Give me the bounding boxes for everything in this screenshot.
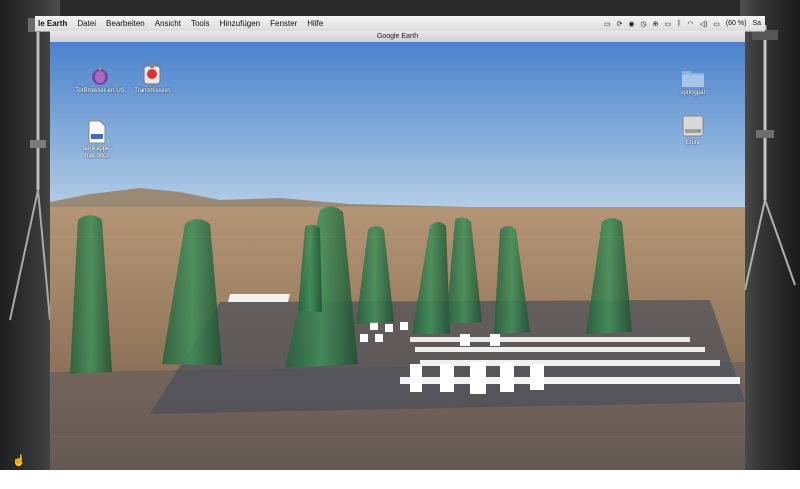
menu-ansicht[interactable]: Ansicht <box>155 19 181 28</box>
drive-label: Ehire <box>685 140 700 146</box>
document-icon <box>88 120 106 144</box>
menu-fenster[interactable]: Fenster <box>270 19 297 28</box>
tor-browser-label: TorBrowser-en-US <box>75 88 125 94</box>
folder-desktop-icon[interactable]: springpar <box>668 68 718 97</box>
menu-bearbeiten[interactable]: Bearbeiten <box>106 19 145 28</box>
docx-label: tarnkappe-mar.docx <box>82 146 112 159</box>
tor-onion-icon <box>92 66 108 85</box>
menu-datei[interactable]: Datei <box>77 19 96 28</box>
studio-backdrop-right <box>740 0 800 470</box>
hard-drive-icon <box>682 115 704 137</box>
folder-icon <box>682 71 704 87</box>
status-area: ▭ ⟳ ◉ ◷ ⊕ ▭ ᛒ ◠ ◁) ▭ (60 %) Sa <box>604 20 765 28</box>
lock-icon[interactable]: ⊕ <box>653 20 659 28</box>
bluetooth-icon[interactable]: ᛒ <box>677 20 681 27</box>
wifi-icon[interactable]: ◠ <box>687 20 693 28</box>
screen-icon[interactable]: ▭ <box>604 20 611 28</box>
menu-hilfe[interactable]: Hilfe <box>307 19 323 28</box>
docx-desktop-icon[interactable]: tarnkappe-mar.docx <box>72 120 122 160</box>
app-menu[interactable]: le Earth <box>38 19 67 28</box>
folder-label: springpar <box>680 90 706 96</box>
tor-browser-desktop-icon[interactable]: TorBrowser-en-US <box>75 64 125 95</box>
transmission-label: Transmission <box>134 88 170 94</box>
battery-icon[interactable]: ▭ <box>713 20 720 28</box>
battery-percent: (60 %) <box>725 20 747 27</box>
menu-bar: le Earth Datei Bearbeiten Ansicht Tools … <box>35 16 765 32</box>
display-icon[interactable]: ▭ <box>665 20 672 28</box>
cursor-icon: ☝ <box>12 455 26 467</box>
video-frame: le Earth Datei Bearbeiten Ansicht Tools … <box>0 0 800 470</box>
desktop: TorBrowser-en-US Transmission tarnkappe-… <box>50 42 745 470</box>
light-stand-right <box>744 25 796 291</box>
sync-icon[interactable]: ⟳ <box>617 20 623 28</box>
volume-icon[interactable]: ◁) <box>699 20 707 28</box>
time-machine-icon[interactable]: ◷ <box>641 20 647 28</box>
drive-desktop-icon[interactable]: Ehire <box>668 114 718 147</box>
menu-tools[interactable]: Tools <box>191 19 210 28</box>
menu-hinzufuegen[interactable]: Hinzufügen <box>220 19 260 28</box>
transmission-desktop-icon[interactable]: Transmission <box>127 62 177 95</box>
user-menu[interactable]: Sa <box>752 20 761 27</box>
window-title: Google Earth <box>376 33 419 40</box>
record-icon[interactable]: ◉ <box>628 20 634 28</box>
earth-3d-view[interactable] <box>50 42 745 470</box>
transmission-icon <box>143 63 161 85</box>
